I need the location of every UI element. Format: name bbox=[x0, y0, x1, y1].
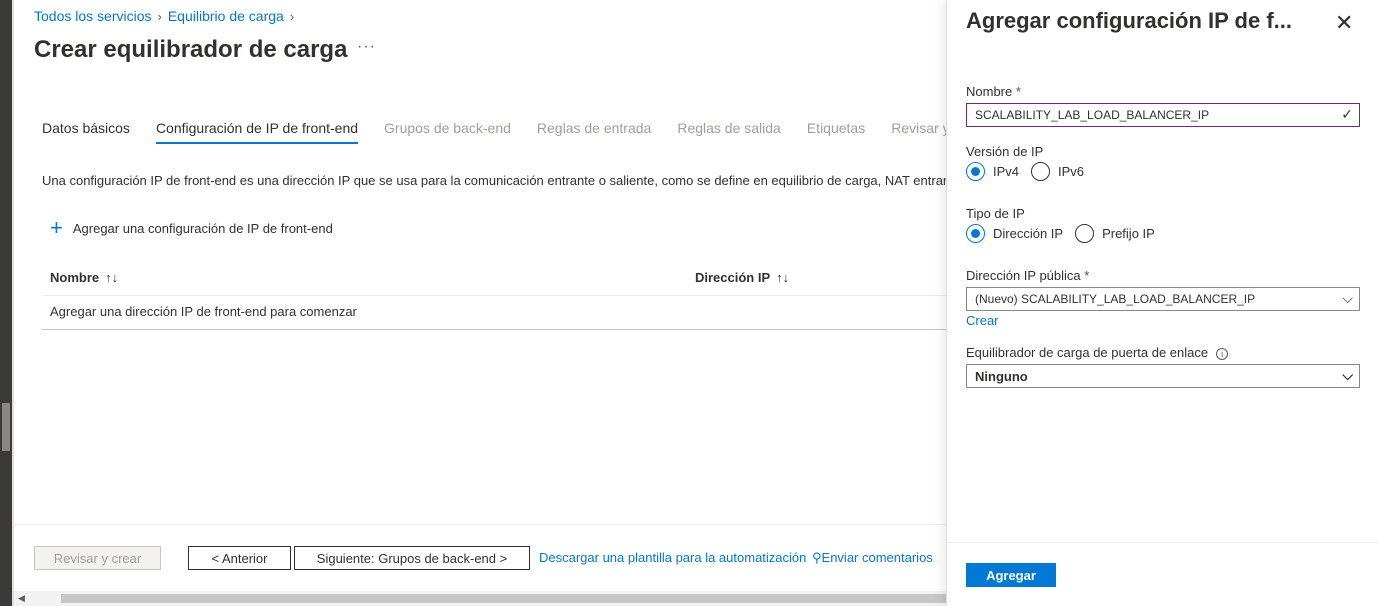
chevron-right-icon: › bbox=[289, 8, 295, 24]
section-description: Una configuración IP de front-end es una… bbox=[42, 173, 946, 188]
scroll-left-icon[interactable]: ◀ bbox=[18, 593, 25, 604]
review-create-button[interactable]: Revisar y crear bbox=[34, 546, 161, 570]
scroll-thumb[interactable] bbox=[61, 594, 946, 603]
tab-backend-pools[interactable]: Grupos de back-end bbox=[384, 120, 511, 144]
table-row: Agregar una dirección IP de front-end pa… bbox=[42, 296, 946, 330]
feedback-icon: ⚲ bbox=[812, 550, 822, 565]
ip-version-group: IPv4 IPv6 bbox=[966, 162, 1096, 181]
radio-selected-icon bbox=[966, 224, 985, 243]
panel-title: Agregar configuración IP de f... bbox=[966, 8, 1292, 33]
left-scrollbar[interactable] bbox=[0, 0, 12, 606]
horizontal-scrollbar[interactable]: ◀ bbox=[14, 591, 946, 606]
radio-ipv6[interactable]: IPv6 bbox=[1031, 162, 1084, 181]
next-button[interactable]: Siguiente: Grupos de back-end > bbox=[294, 546, 530, 570]
tab-frontend-ip[interactable]: Configuración de IP de front-end bbox=[155, 120, 359, 144]
main-content: Todos los servicios › Equilibrio de carg… bbox=[14, 0, 960, 606]
frontend-ip-table: Nombre ↑↓ Dirección IP ↑↓ Agregar una dire… bbox=[42, 264, 946, 330]
chevron-right-icon: › bbox=[157, 8, 162, 24]
page-title: Crear equilibrador de carga bbox=[34, 36, 348, 63]
tab-inbound-rules[interactable]: Reglas de entrada bbox=[537, 120, 651, 144]
footer-divider bbox=[14, 524, 946, 525]
breadcrumb-all-services[interactable]: Todos los servicios bbox=[34, 8, 152, 24]
scroll-thumb[interactable] bbox=[2, 403, 10, 451]
add-frontend-ip-panel: Agregar configuración IP de f... ✕ Nombr… bbox=[946, 0, 1378, 606]
column-header-ip[interactable]: Dirección IP ↑↓ bbox=[695, 270, 789, 285]
chevron-down-icon: ⌵ bbox=[1342, 290, 1353, 306]
checkmark-icon: ✓ bbox=[1341, 106, 1353, 122]
radio-ipv4[interactable]: IPv4 bbox=[966, 162, 1019, 181]
sort-icon: ↑↓ bbox=[776, 270, 790, 285]
gateway-lb-label: Equilibrador de carga de puerta de enlac… bbox=[966, 345, 1229, 360]
close-icon[interactable]: ✕ bbox=[1335, 10, 1353, 36]
feedback-link[interactable]: ⚲Enviar comentarios bbox=[812, 550, 933, 566]
add-button[interactable]: Agregar bbox=[966, 563, 1056, 587]
plus-icon: + bbox=[50, 215, 63, 240]
tab-tags[interactable]: Etiquetas bbox=[807, 120, 865, 144]
name-label: Nombre * bbox=[966, 84, 1021, 99]
public-ip-select[interactable]: (Nuevo) SCALABILITY_LAB_LOAD_BALANCER_IP… bbox=[966, 287, 1360, 311]
sort-icon: ↑↓ bbox=[105, 270, 119, 285]
create-public-ip-link[interactable]: Crear bbox=[966, 313, 999, 328]
radio-selected-icon bbox=[966, 162, 985, 181]
ip-version-label: Versión de IP bbox=[966, 144, 1044, 159]
gateway-lb-select[interactable]: Ninguno ⌵ bbox=[966, 364, 1360, 388]
radio-unselected-icon bbox=[1031, 162, 1051, 181]
previous-button[interactable]: < Anterior bbox=[188, 546, 291, 570]
add-frontend-config-label: Agregar una configuración de IP de front… bbox=[72, 220, 333, 236]
tab-outbound-rules[interactable]: Reglas de salida bbox=[677, 120, 781, 144]
name-input[interactable]: SCALABILITY_LAB_LOAD_BALANCER_IP ✓ bbox=[966, 103, 1360, 127]
info-icon[interactable]: i bbox=[1216, 347, 1229, 360]
chevron-down-icon: ⌵ bbox=[1342, 367, 1353, 383]
wizard-tabs: Datos básicos Configuración de IP de fro… bbox=[42, 120, 986, 144]
public-ip-label: Dirección IP pública * bbox=[966, 268, 1090, 283]
column-header-name[interactable]: Nombre ↑↓ bbox=[50, 270, 118, 285]
add-frontend-config-button[interactable]: + Agregar una configuración de IP de fro… bbox=[50, 215, 333, 240]
download-template-link[interactable]: Descargar una plantilla para la automati… bbox=[539, 550, 806, 565]
breadcrumb: Todos los servicios › Equilibrio de carg… bbox=[34, 8, 294, 24]
panel-footer-divider bbox=[947, 542, 1378, 543]
more-options-icon[interactable]: ··· bbox=[357, 38, 376, 56]
ip-type-group: Dirección IP Prefijo IP bbox=[966, 224, 1167, 243]
ip-type-label: Tipo de IP bbox=[966, 206, 1025, 221]
radio-ip-address[interactable]: Dirección IP bbox=[966, 224, 1063, 243]
radio-unselected-icon bbox=[1075, 224, 1095, 243]
table-header: Nombre ↑↓ Dirección IP ↑↓ bbox=[42, 264, 946, 296]
tab-basics[interactable]: Datos básicos bbox=[42, 120, 130, 144]
breadcrumb-load-balancing[interactable]: Equilibrio de carga bbox=[168, 8, 284, 24]
empty-message: Agregar una dirección IP de front-end pa… bbox=[50, 304, 357, 319]
radio-ip-prefix[interactable]: Prefijo IP bbox=[1075, 224, 1155, 243]
